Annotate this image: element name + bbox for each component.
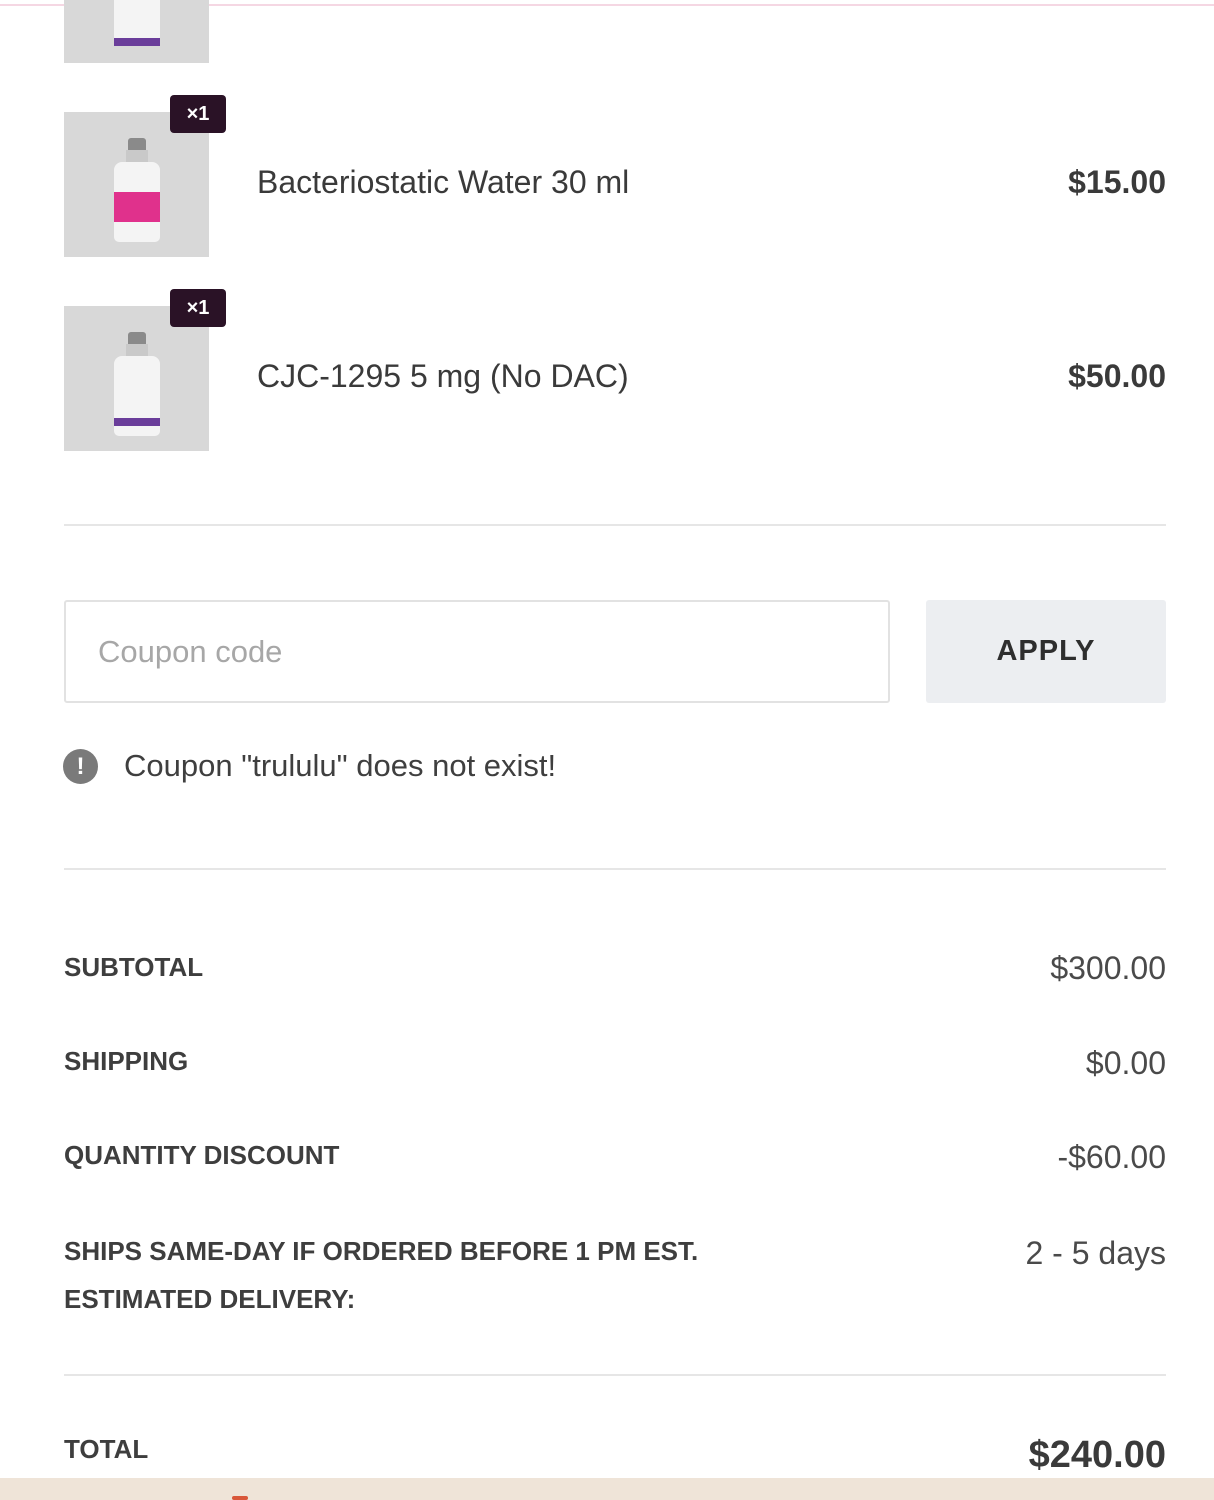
vial-icon <box>107 0 167 58</box>
product-price: $15.00 <box>1068 164 1166 200</box>
vial-icon <box>107 138 167 248</box>
product-thumbnail-partial[interactable] <box>64 0 209 63</box>
delivery-estimate-label: SHIPS SAME-DAY IF ORDERED BEFORE 1 PM ES… <box>64 1227 698 1323</box>
product-price: $50.00 <box>1068 358 1166 394</box>
exclamation-circle-icon: ! <box>63 749 98 784</box>
bottom-bar <box>0 1478 1214 1500</box>
shipping-value: $0.00 <box>1085 1045 1166 1081</box>
quantity-badge: ×1 <box>170 95 226 133</box>
quantity-badge: ×1 <box>170 289 226 327</box>
total-value: $240.00 <box>1028 1434 1166 1476</box>
delivery-estimate-label-line2: ESTIMATED DELIVERY: <box>64 1284 356 1314</box>
quantity-discount-label: QUANTITY DISCOUNT <box>64 1140 340 1170</box>
product-thumbnail[interactable] <box>64 112 209 257</box>
coupon-error-message: Coupon "trululu" does not exist! <box>124 748 557 783</box>
delivery-estimate-label-line1: SHIPS SAME-DAY IF ORDERED BEFORE 1 PM ES… <box>64 1236 699 1266</box>
section-divider <box>64 1374 1166 1376</box>
quantity-discount-value: -$60.00 <box>1057 1139 1166 1175</box>
subtotal-value: $300.00 <box>1050 950 1166 986</box>
section-divider <box>64 524 1166 526</box>
subtotal-label: SUBTOTAL <box>64 952 204 982</box>
section-divider <box>64 868 1166 870</box>
total-label: TOTAL <box>64 1434 149 1464</box>
delivery-estimate-value: 2 - 5 days <box>1025 1235 1166 1271</box>
product-name[interactable]: CJC-1295 5 mg (No DAC) <box>257 358 629 395</box>
product-name[interactable]: Bacteriostatic Water 30 ml <box>257 164 629 201</box>
apply-coupon-button[interactable]: APPLY <box>926 600 1166 703</box>
bottom-bar-mark <box>232 1496 248 1500</box>
product-thumbnail[interactable] <box>64 306 209 451</box>
vial-icon <box>107 332 167 442</box>
coupon-code-input[interactable] <box>64 600 890 703</box>
shipping-label: SHIPPING <box>64 1046 189 1076</box>
